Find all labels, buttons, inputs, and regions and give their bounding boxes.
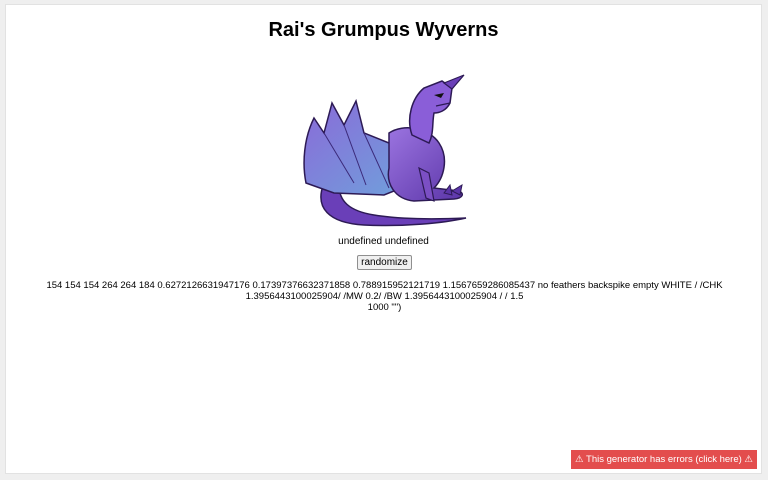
output-line-3: 1000 "") <box>367 302 402 313</box>
page-container: Rai's Grumpus Wyverns undefined undefine… <box>5 4 762 474</box>
page-title: Rai's Grumpus Wyverns <box>268 19 499 41</box>
creature-name-text: undefined undefined <box>338 236 429 247</box>
output-line-2: 1.3956443100025904/ /MW 0.2/ /BW 1.39564… <box>245 291 524 302</box>
wyvern-image <box>303 74 467 227</box>
randomize-button[interactable]: randomize <box>357 255 412 270</box>
generator-output: 154 154 154 264 264 184 0.62721266319471… <box>36 280 733 313</box>
output-line-1: 154 154 154 264 264 184 0.62721266319471… <box>46 280 723 291</box>
generator-errors-banner[interactable]: ⚠ This generator has errors (click here)… <box>571 450 757 469</box>
